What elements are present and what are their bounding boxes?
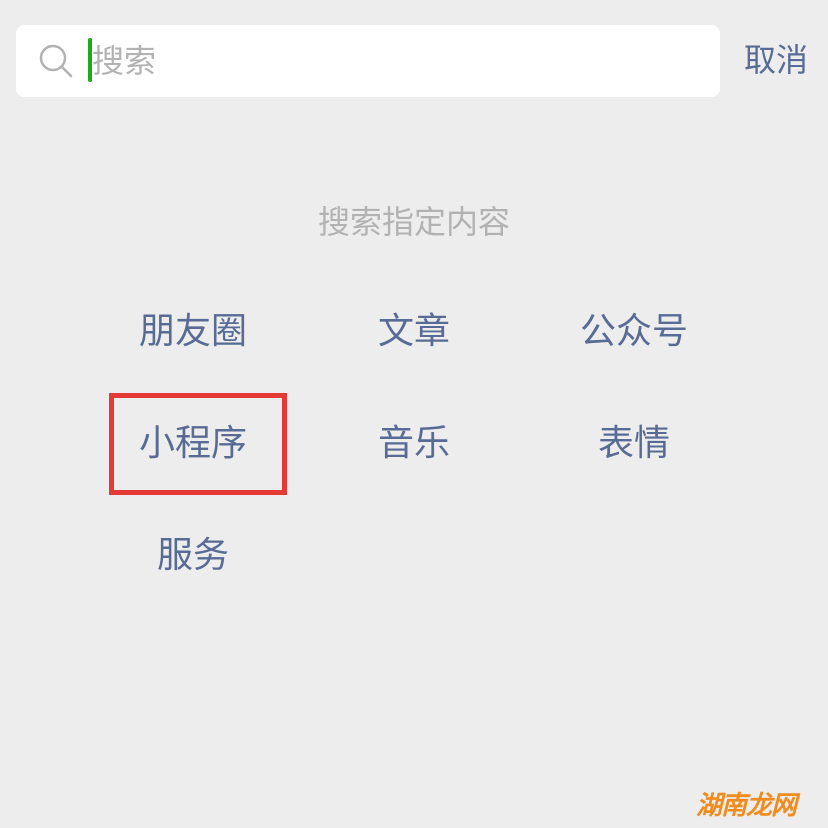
search-icon (39, 44, 73, 78)
category-services[interactable]: 服务 (83, 526, 303, 586)
category-moments[interactable]: 朋友圈 (83, 302, 303, 362)
search-bar[interactable] (16, 25, 720, 97)
highlight-box (109, 393, 287, 495)
category-articles[interactable]: 文章 (304, 302, 524, 362)
category-stickers[interactable]: 表情 (524, 414, 744, 474)
cancel-button[interactable]: 取消 (740, 34, 812, 86)
search-input[interactable] (92, 25, 692, 97)
search-hint: 搜索指定内容 (317, 203, 510, 241)
category-music[interactable]: 音乐 (304, 414, 524, 474)
category-official-accounts[interactable]: 公众号 (524, 302, 744, 362)
watermark: 湖南龙网 (696, 791, 797, 821)
